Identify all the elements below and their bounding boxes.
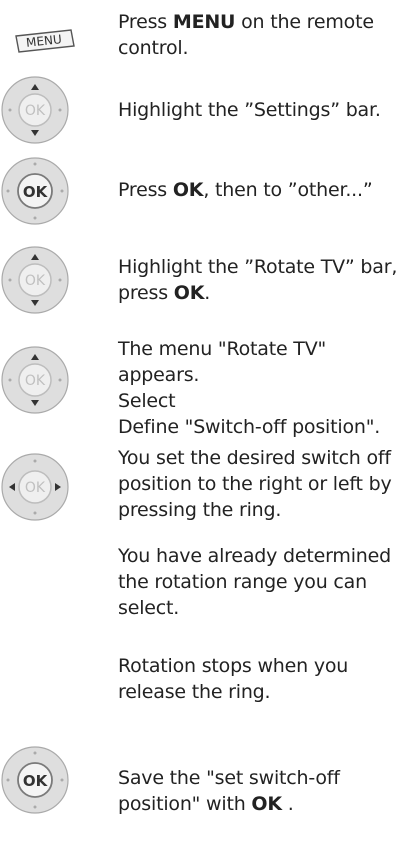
dpad-updown-icon: OK — [0, 75, 70, 145]
step-2-text: Highlight the ”Settings” bar. — [118, 99, 381, 121]
step-3-text: Press OK, then to ”other...” — [118, 179, 373, 201]
ok-button-icon: OK — [0, 745, 70, 815]
menu-button-icon: MENU — [13, 28, 77, 54]
svg-text:OK: OK — [25, 103, 46, 119]
step-4-text: Highlight the ”Rotate TV” bar, press OK. — [118, 256, 398, 304]
dpad-updown-icon: OK — [0, 245, 70, 315]
svg-text:OK: OK — [25, 480, 46, 496]
svg-text:OK: OK — [25, 273, 46, 289]
svg-text:OK: OK — [23, 772, 49, 790]
step-7-text: You have already determined the rotation… — [118, 545, 391, 619]
step-1-text: Press MENU on the remote control. — [118, 11, 374, 59]
step-5-text: The menu "Rotate TV" appears. Select Def… — [118, 338, 381, 438]
step-6-text: You set the desired switch off position … — [118, 447, 392, 521]
step-9-text: Save the "set switch-off position" with … — [118, 767, 340, 815]
svg-text:OK: OK — [23, 183, 49, 201]
dpad-leftright-icon: OK — [0, 452, 70, 522]
dpad-updown-icon: OK — [0, 345, 70, 415]
ok-button-icon: OK — [0, 156, 70, 226]
step-8-text: Rotation stops when you release the ring… — [118, 655, 349, 703]
svg-text:OK: OK — [25, 373, 46, 389]
